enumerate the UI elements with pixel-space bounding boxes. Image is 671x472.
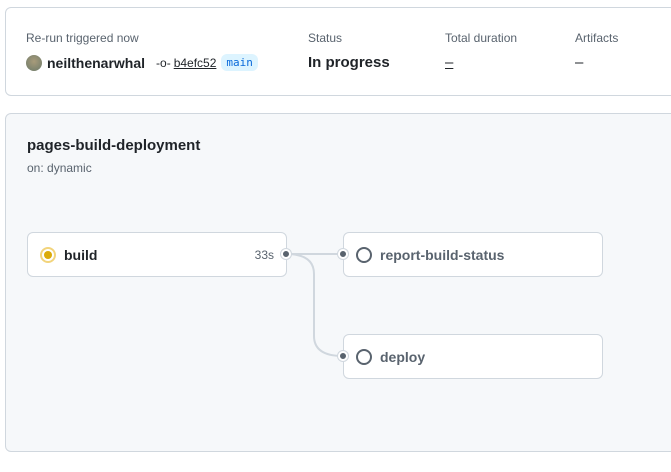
job-deploy[interactable]: deploy (343, 334, 603, 379)
output-port-dot (281, 249, 291, 259)
trigger-label: Re-run triggered now (26, 31, 139, 45)
status-label: Status (308, 31, 343, 45)
job-connectors (285, 253, 344, 357)
job-report-build-status[interactable]: report-build-status (343, 232, 603, 277)
job-name: report-build-status (380, 246, 505, 263)
avatar[interactable] (26, 54, 42, 71)
duration-value[interactable]: – (445, 54, 453, 71)
commit-sha[interactable]: b4efc52 (174, 56, 217, 70)
job-name: build (64, 246, 98, 263)
user-link[interactable]: neilthenarwhal (47, 55, 145, 71)
pending-icon (356, 246, 372, 263)
job-build[interactable]: build 33s (27, 232, 287, 277)
job-name: deploy (380, 348, 426, 365)
artifacts-label: Artifacts (575, 31, 619, 45)
job-duration: 33s (254, 247, 274, 262)
workflow-graph: pages-build-deployment on: dynamic build… (5, 113, 671, 452)
commit-icon: -o- (156, 55, 171, 70)
commit-link[interactable]: -o- b4efc52 (156, 56, 216, 70)
pending-icon (356, 348, 372, 365)
duration-label: Total duration (445, 31, 518, 45)
input-port-dot (338, 249, 348, 259)
status-value: In progress (308, 54, 390, 71)
branch-badge[interactable]: main (221, 54, 258, 71)
artifacts-value: – (575, 54, 584, 71)
run-actor: neilthenarwhal -o- b4efc52 main (26, 54, 258, 71)
input-port-dot (338, 351, 348, 361)
run-summary-card: Re-run triggered now neilthenarwhal -o- … (5, 7, 671, 96)
in-progress-icon (40, 246, 56, 263)
